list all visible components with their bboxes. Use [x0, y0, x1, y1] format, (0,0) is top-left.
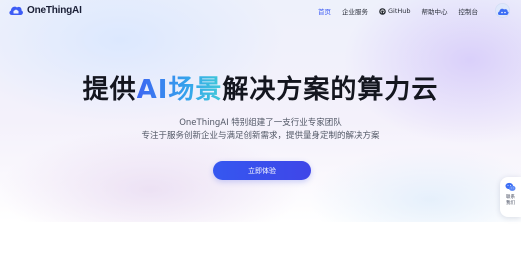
hero-subtitle-line1: OneThingAI 特别组建了一支行业专家团队: [179, 118, 342, 128]
contact-us-float-button[interactable]: 联系我们: [500, 177, 521, 217]
brand-logo[interactable]: OneThingAI: [8, 3, 82, 17]
nav-item-help-center[interactable]: 帮助中心: [422, 6, 448, 16]
nav-item-home[interactable]: 首页: [318, 6, 331, 16]
github-icon: [379, 7, 386, 15]
top-navbar: OneThingAI 首页 企业服务 GitHub 帮助中心 控制台: [0, 0, 521, 22]
main-nav: 首页 企业服务 GitHub 帮助中心 控制台: [318, 6, 478, 16]
user-avatar[interactable]: [495, 3, 510, 18]
nav-item-console[interactable]: 控制台: [459, 6, 479, 16]
avatar-cloud-icon: [496, 4, 509, 17]
wechat-icon: [505, 182, 516, 191]
contact-us-label: 联系我们: [506, 195, 515, 206]
hero-background: [0, 0, 521, 222]
hero-title-suffix: 解决方案的算力云: [222, 75, 439, 105]
nav-item-enterprise-services[interactable]: 企业服务: [342, 6, 368, 16]
try-now-button[interactable]: 立即体验: [213, 161, 311, 180]
brand-name: OneThingAI: [27, 4, 82, 16]
cloud-logo-icon: [9, 6, 23, 15]
hero-title-accent: AI场景: [136, 75, 223, 105]
hero-title-prefix: 提供: [82, 75, 137, 105]
hero-title: 提供AI场景解决方案的算力云: [0, 69, 521, 106]
nav-item-github-label: GitHub: [388, 7, 411, 15]
hero-subtitle-line2: 专注于服务创新企业与满足创新需求，提供量身定制的解决方案: [141, 131, 380, 141]
nav-item-github[interactable]: GitHub: [379, 7, 411, 15]
